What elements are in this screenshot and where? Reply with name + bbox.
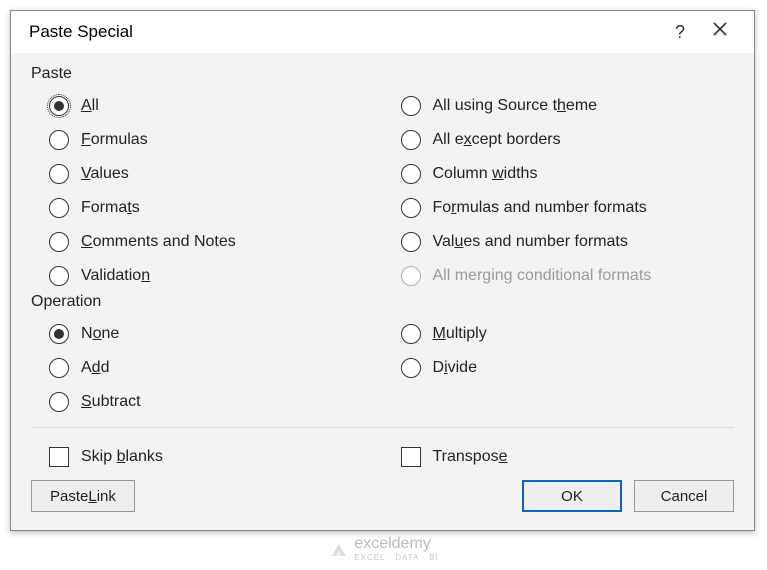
paste-option: All except borders bbox=[383, 123, 735, 157]
paste-label[interactable]: All bbox=[81, 97, 99, 115]
operation-option: Multiply bbox=[383, 317, 735, 351]
paste-radio[interactable] bbox=[401, 164, 421, 184]
operation-label[interactable]: Multiply bbox=[433, 325, 487, 343]
operation-radio[interactable] bbox=[401, 324, 421, 344]
paste-option: Formulas bbox=[31, 123, 383, 157]
paste-radio bbox=[401, 266, 421, 286]
operation-option: None bbox=[31, 317, 383, 351]
operation-label[interactable]: Subtract bbox=[81, 393, 141, 411]
paste-label[interactable]: Formulas and number formats bbox=[433, 199, 647, 217]
paste-radio[interactable] bbox=[401, 96, 421, 116]
paste-label[interactable]: Formats bbox=[81, 199, 140, 217]
paste-option: All using Source theme bbox=[383, 89, 735, 123]
paste-label[interactable]: Column widths bbox=[433, 165, 538, 183]
close-icon bbox=[712, 21, 728, 37]
operation-group-label: Operation bbox=[31, 293, 734, 311]
paste-link-button[interactable]: Paste Link bbox=[31, 480, 135, 512]
paste-radio[interactable] bbox=[49, 130, 69, 150]
paste-option: Values bbox=[31, 157, 383, 191]
operation-radio[interactable] bbox=[49, 358, 69, 378]
transpose-checkbox[interactable] bbox=[401, 447, 421, 467]
paste-option: Formats bbox=[31, 191, 383, 225]
watermark-sub: EXCEL · DATA · BI bbox=[354, 553, 438, 562]
operation-option: Subtract bbox=[31, 385, 383, 419]
paste-label: All merging conditional formats bbox=[433, 267, 652, 285]
dialog-content: Paste All Formulas Values Formats Comments a… bbox=[11, 53, 754, 530]
paste-label[interactable]: All except borders bbox=[433, 131, 561, 149]
paste-label[interactable]: Values bbox=[81, 165, 129, 183]
cancel-button[interactable]: Cancel bbox=[634, 480, 734, 512]
paste-label[interactable]: Comments and Notes bbox=[81, 233, 236, 251]
paste-radio[interactable] bbox=[401, 232, 421, 252]
operation-option: Divide bbox=[383, 351, 735, 385]
paste-option: Formulas and number formats bbox=[383, 191, 735, 225]
paste-label[interactable]: Formulas bbox=[81, 131, 148, 149]
watermark-text: exceldemy bbox=[354, 535, 438, 553]
operation-radio[interactable] bbox=[401, 358, 421, 378]
paste-radio[interactable] bbox=[49, 266, 69, 286]
paste-group-label: Paste bbox=[31, 65, 734, 83]
paste-special-dialog: Paste Special ? Paste All Formulas Values F… bbox=[10, 10, 755, 531]
paste-option: Validation bbox=[31, 259, 383, 293]
paste-label[interactable]: Validation bbox=[81, 267, 150, 285]
paste-option: Column widths bbox=[383, 157, 735, 191]
close-button[interactable] bbox=[700, 21, 740, 43]
help-button[interactable]: ? bbox=[660, 22, 700, 43]
skip-blanks-checkbox[interactable] bbox=[49, 447, 69, 467]
operation-label[interactable]: Add bbox=[81, 359, 109, 377]
paste-option: Values and number formats bbox=[383, 225, 735, 259]
operation-radio[interactable] bbox=[49, 392, 69, 412]
paste-option: All bbox=[31, 89, 383, 123]
paste-label[interactable]: All using Source theme bbox=[433, 97, 598, 115]
transpose-label[interactable]: Transpose bbox=[433, 448, 508, 466]
dialog-title: Paste Special bbox=[29, 22, 660, 42]
paste-radio[interactable] bbox=[49, 96, 69, 116]
button-row: Paste Link OK Cancel bbox=[31, 480, 734, 512]
paste-radio[interactable] bbox=[401, 130, 421, 150]
paste-radio[interactable] bbox=[49, 198, 69, 218]
skip-blanks-label[interactable]: Skip blanks bbox=[81, 448, 163, 466]
paste-option: Comments and Notes bbox=[31, 225, 383, 259]
checkbox-row: Skip blanks Transpose bbox=[31, 440, 734, 474]
operation-label[interactable]: Divide bbox=[433, 359, 477, 377]
paste-radio[interactable] bbox=[401, 198, 421, 218]
watermark: exceldemy EXCEL · DATA · BI bbox=[328, 535, 438, 562]
ok-button[interactable]: OK bbox=[522, 480, 622, 512]
operation-label[interactable]: None bbox=[81, 325, 119, 343]
paste-label[interactable]: Values and number formats bbox=[433, 233, 628, 251]
paste-options: All Formulas Values Formats Comments and Not… bbox=[31, 89, 734, 293]
divider bbox=[31, 427, 734, 428]
paste-radio[interactable] bbox=[49, 232, 69, 252]
operation-options: None Add Subtract Multiply Divide bbox=[31, 317, 734, 419]
watermark-icon bbox=[328, 540, 348, 558]
operation-radio[interactable] bbox=[49, 324, 69, 344]
operation-option: Add bbox=[31, 351, 383, 385]
title-bar: Paste Special ? bbox=[11, 11, 754, 53]
paste-radio[interactable] bbox=[49, 164, 69, 184]
paste-option: All merging conditional formats bbox=[383, 259, 735, 293]
